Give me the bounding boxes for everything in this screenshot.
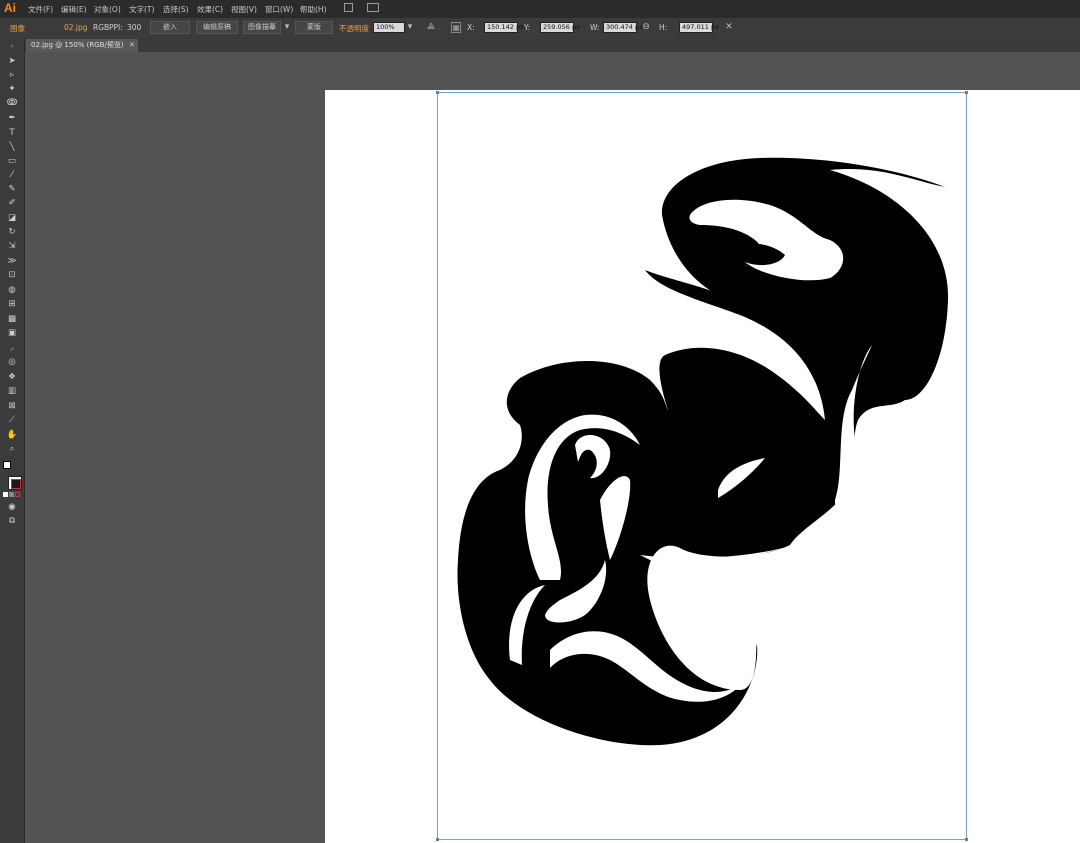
bounding-handle[interactable] — [436, 91, 439, 94]
bounding-handle[interactable] — [436, 838, 439, 841]
bounding-handle[interactable] — [965, 91, 968, 94]
bounding-handle[interactable] — [965, 838, 968, 841]
image-bounding-box[interactable] — [436, 91, 968, 841]
